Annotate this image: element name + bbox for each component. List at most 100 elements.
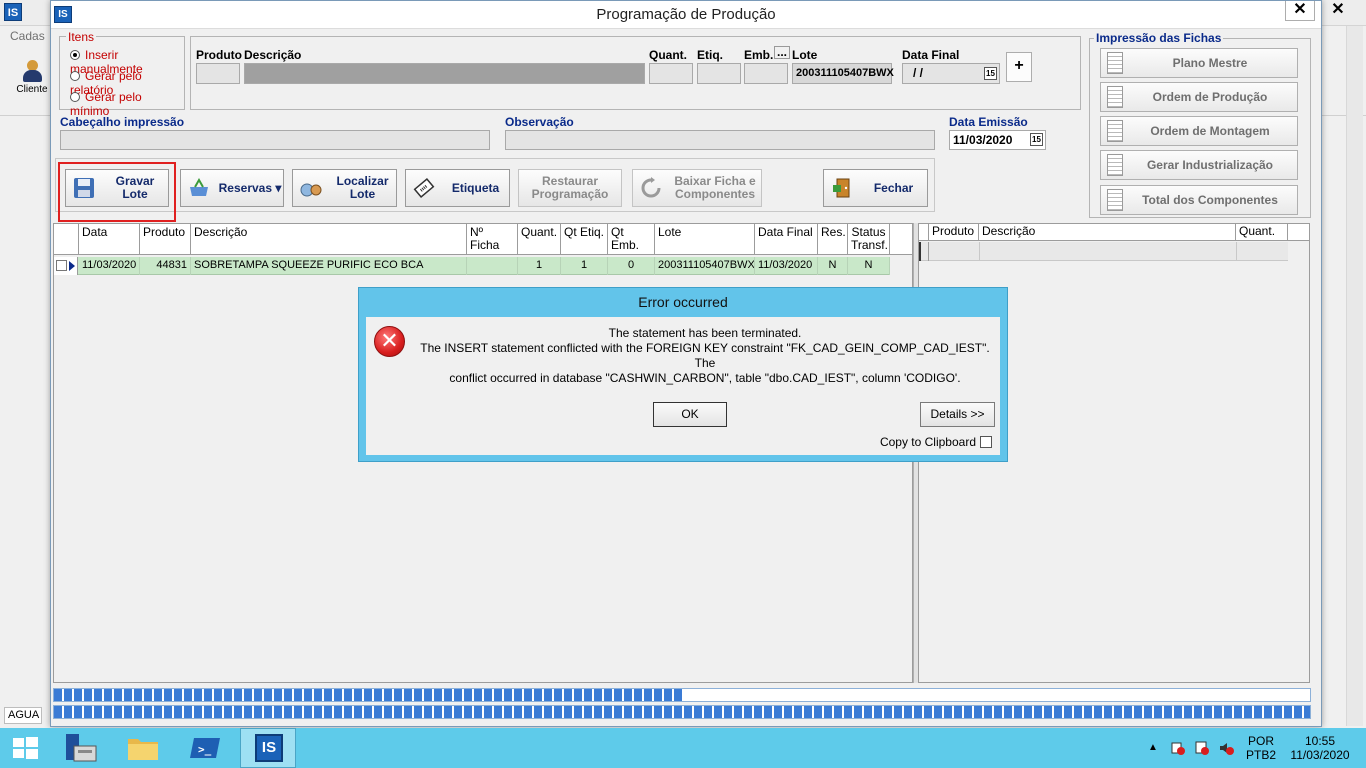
calendar-icon[interactable]: 15 bbox=[984, 67, 997, 80]
window-close-button[interactable]: ✕ bbox=[1285, 1, 1315, 21]
clock[interactable]: 10:55 11/03/2020 bbox=[1286, 734, 1354, 762]
gerar-industrializacao-button[interactable]: Gerar Industrialização bbox=[1100, 150, 1298, 180]
cabecalho-field[interactable] bbox=[60, 130, 490, 150]
col-header-res[interactable]: Res. bbox=[818, 224, 848, 255]
toolbar-clientes-button[interactable]: Cliente bbox=[12, 60, 52, 95]
col-header-status[interactable]: Status Transf. bbox=[848, 224, 890, 255]
side-col-header-produto[interactable]: Produto bbox=[929, 224, 979, 241]
background-close-button[interactable]: ✕ bbox=[1318, 0, 1358, 22]
row-select-box[interactable] bbox=[56, 260, 67, 271]
network-error-icon[interactable] bbox=[1170, 740, 1186, 756]
checkbox-box[interactable] bbox=[980, 436, 992, 448]
server-manager-button[interactable] bbox=[56, 728, 106, 768]
start-button[interactable] bbox=[0, 728, 50, 768]
taskbar-app-is[interactable]: IS bbox=[240, 728, 296, 768]
restaurar-label: Restaurar Programação bbox=[519, 175, 621, 201]
emb-lookup-button[interactable]: ... bbox=[774, 46, 791, 59]
binoculars-icon bbox=[300, 183, 322, 197]
data-emissao-field[interactable]: 11/03/2020 15 bbox=[949, 130, 1046, 150]
side-grid-header: Produto Descrição Quant. bbox=[919, 224, 1309, 241]
cell-quant: 1 bbox=[518, 257, 561, 275]
app-logo-icon: IS bbox=[4, 3, 22, 21]
plano-mestre-button[interactable]: Plano Mestre bbox=[1100, 48, 1298, 78]
cell-status: N bbox=[848, 257, 890, 275]
product-fields-group: Produto Descrição Quant. Etiq. Emb. ... … bbox=[190, 36, 1081, 110]
taskbar: >_ IS ▲ POR PTB2 10:55 11/03/2020 bbox=[0, 728, 1366, 768]
restaurar-programacao-button[interactable]: Restaurar Programação bbox=[518, 169, 622, 207]
background-status-field: AGUA bbox=[4, 707, 42, 724]
input-language[interactable]: POR PTB2 bbox=[1244, 734, 1278, 762]
emb-field[interactable] bbox=[744, 63, 788, 84]
localizar-lote-button[interactable]: Localizar Lote bbox=[292, 169, 397, 207]
col-header-qtemb[interactable]: Qt Emb. bbox=[608, 224, 655, 255]
gerar-industrializacao-label: Gerar Industrialização bbox=[1146, 158, 1274, 172]
label-tag-icon bbox=[413, 177, 435, 199]
side-row-indicator bbox=[919, 242, 929, 261]
error-message: The statement has been terminated. The I… bbox=[411, 326, 999, 386]
total-componentes-button[interactable]: Total dos Componentes bbox=[1100, 185, 1298, 215]
col-header-data[interactable]: Data bbox=[79, 224, 140, 255]
side-col-header-quant[interactable]: Quant. bbox=[1236, 224, 1288, 241]
dialog-title: Error occurred bbox=[638, 294, 728, 310]
side-grid-empty-row bbox=[919, 242, 1288, 261]
ordem-producao-button[interactable]: Ordem de Produção bbox=[1100, 82, 1298, 112]
observacao-field[interactable] bbox=[505, 130, 935, 150]
produto-label: Produto bbox=[196, 48, 242, 62]
etiqueta-button[interactable]: Etiqueta bbox=[405, 169, 510, 207]
lote-field[interactable]: 200311105407BWX bbox=[792, 63, 894, 84]
gravar-lote-label: Gravar Lote bbox=[115, 174, 155, 201]
cabecalho-label: Cabeçalho impressão bbox=[60, 115, 185, 129]
col-header-descricao[interactable]: Descrição bbox=[191, 224, 467, 255]
details-button[interactable]: Details >> bbox=[920, 402, 995, 427]
reservas-label: Reservas ▾ bbox=[218, 180, 282, 195]
data-emissao-value: 11/03/2020 bbox=[953, 133, 1013, 147]
col-header-lote[interactable]: Lote bbox=[655, 224, 755, 255]
col-header-nficha[interactable]: Nº Ficha bbox=[467, 224, 518, 255]
show-hidden-icons-button[interactable]: ▲ bbox=[1148, 741, 1158, 755]
etiq-label: Etiq. bbox=[697, 48, 723, 62]
side-grid-indicator bbox=[919, 224, 929, 241]
itens-legend: Itens bbox=[66, 30, 97, 44]
ordem-producao-label: Ordem de Produção bbox=[1152, 90, 1268, 104]
background-scrollbar[interactable] bbox=[1346, 26, 1363, 726]
gravar-lote-button[interactable]: Gravar Lote bbox=[58, 162, 176, 222]
col-header-quant[interactable]: Quant. bbox=[518, 224, 561, 255]
side-col-header-descricao[interactable]: Descrição bbox=[979, 224, 1236, 241]
fechar-button[interactable]: Fechar bbox=[823, 169, 928, 207]
reservas-button[interactable]: Reservas ▾ bbox=[180, 169, 284, 207]
clock-date: 11/03/2020 bbox=[1290, 748, 1350, 762]
add-item-button[interactable]: + bbox=[1006, 52, 1032, 82]
data-emissao-label: Data Emissão bbox=[949, 115, 1028, 129]
descricao-field[interactable] bbox=[244, 63, 645, 84]
file-explorer-button[interactable] bbox=[118, 728, 168, 768]
action-center-icon[interactable] bbox=[1194, 740, 1210, 756]
col-header-qtetiq[interactable]: Qt Etiq. bbox=[561, 224, 608, 255]
radio-gerar-minimo[interactable]: Gerar pelo mínimo bbox=[70, 90, 184, 118]
copy-label: Copy to Clipboard bbox=[879, 435, 976, 449]
cell-descricao: SOBRETAMPA SQUEEZE PURIFIC ECO BCA bbox=[191, 257, 467, 275]
baixar-ficha-button[interactable]: Baixar Ficha e Componentes bbox=[632, 169, 762, 207]
document-icon bbox=[1107, 189, 1123, 211]
table-row[interactable]: 11/03/2020 44831 SOBRETAMPA SQUEEZE PURI… bbox=[54, 257, 890, 275]
copy-to-clipboard-checkbox[interactable]: Copy to Clipboard bbox=[880, 435, 992, 449]
quant-field[interactable] bbox=[649, 63, 693, 84]
calendar-icon[interactable]: 15 bbox=[1030, 133, 1043, 146]
row-indicator[interactable] bbox=[54, 257, 78, 275]
ok-button[interactable]: OK bbox=[653, 402, 727, 427]
data-final-label: Data Final bbox=[902, 48, 960, 62]
ordem-montagem-button[interactable]: Ordem de Montagem bbox=[1100, 116, 1298, 146]
etiq-field[interactable] bbox=[697, 63, 741, 84]
col-header-produto[interactable]: Produto bbox=[140, 224, 191, 255]
col-header-datafinal[interactable]: Data Final bbox=[755, 224, 818, 255]
data-final-field[interactable]: / / 15 bbox=[902, 63, 1000, 84]
powershell-button[interactable]: >_ bbox=[180, 728, 230, 768]
volume-muted-icon[interactable] bbox=[1218, 740, 1234, 756]
window-titlebar: IS Programação de Produção ✕ bbox=[51, 1, 1321, 29]
radio-icon bbox=[70, 92, 80, 102]
refresh-icon bbox=[641, 177, 661, 198]
error-dialog: Error occurred ✕ The statement has been … bbox=[358, 287, 1008, 462]
dialog-body: ✕ The statement has been terminated. The… bbox=[366, 317, 1000, 455]
produto-field[interactable] bbox=[196, 63, 240, 84]
windows-logo-icon bbox=[13, 737, 38, 759]
floppy-disk-icon bbox=[74, 178, 94, 198]
